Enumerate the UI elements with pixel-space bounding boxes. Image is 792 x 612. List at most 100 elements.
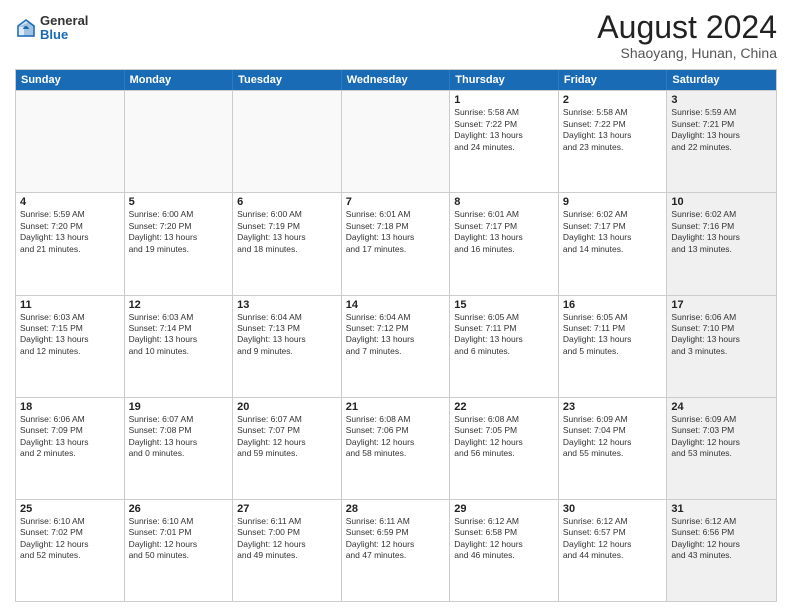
day-number-19: 19 — [129, 401, 229, 413]
logo: General Blue — [15, 14, 88, 43]
calendar-day-3: 3Sunrise: 5:59 AMSunset: 7:21 PMDaylight… — [667, 91, 776, 192]
calendar-day-10: 10Sunrise: 6:02 AMSunset: 7:16 PMDayligh… — [667, 193, 776, 294]
day-header-monday: Monday — [125, 70, 234, 90]
calendar-day-17: 17Sunrise: 6:06 AMSunset: 7:10 PMDayligh… — [667, 296, 776, 397]
day-details-20: Sunrise: 6:07 AMSunset: 7:07 PMDaylight:… — [237, 414, 337, 460]
calendar-week-1: 1 Sunrise: 5:58 AMSunset: 7:22 PMDaylight… — [16, 90, 776, 192]
day-details-26: Sunrise: 6:10 AMSunset: 7:01 PMDaylight:… — [129, 516, 229, 562]
day-details-12: Sunrise: 6:03 AMSunset: 7:14 PMDaylight:… — [129, 312, 229, 358]
day-header-friday: Friday — [559, 70, 668, 90]
calendar-week-3: 11Sunrise: 6:03 AMSunset: 7:15 PMDayligh… — [16, 295, 776, 397]
calendar-week-4: 18Sunrise: 6:06 AMSunset: 7:09 PMDayligh… — [16, 397, 776, 499]
calendar-day-20: 20Sunrise: 6:07 AMSunset: 7:07 PMDayligh… — [233, 398, 342, 499]
calendar-day-8: 8Sunrise: 6:01 AMSunset: 7:17 PMDaylight… — [450, 193, 559, 294]
day-details-25: Sunrise: 6:10 AMSunset: 7:02 PMDaylight:… — [20, 516, 120, 562]
day-details-22: Sunrise: 6:08 AMSunset: 7:05 PMDaylight:… — [454, 414, 554, 460]
calendar-empty-cell — [125, 91, 234, 192]
calendar-day-4: 4Sunrise: 5:59 AMSunset: 7:20 PMDaylight… — [16, 193, 125, 294]
calendar-day-18: 18Sunrise: 6:06 AMSunset: 7:09 PMDayligh… — [16, 398, 125, 499]
day-number-4: 4 — [20, 196, 120, 208]
calendar-empty-cell — [342, 91, 451, 192]
day-details-28: Sunrise: 6:11 AMSunset: 6:59 PMDaylight:… — [346, 516, 446, 562]
day-number-25: 25 — [20, 503, 120, 515]
day-details-10: Sunrise: 6:02 AMSunset: 7:16 PMDaylight:… — [671, 209, 772, 255]
calendar-day-9: 9Sunrise: 6:02 AMSunset: 7:17 PMDaylight… — [559, 193, 668, 294]
day-number-9: 9 — [563, 196, 663, 208]
day-details-9: Sunrise: 6:02 AMSunset: 7:17 PMDaylight:… — [563, 209, 663, 255]
month-year-title: August 2024 — [597, 10, 777, 45]
day-details-19: Sunrise: 6:07 AMSunset: 7:08 PMDaylight:… — [129, 414, 229, 460]
day-number-30: 30 — [563, 503, 663, 515]
calendar-day-14: 14Sunrise: 6:04 AMSunset: 7:12 PMDayligh… — [342, 296, 451, 397]
calendar-day-30: 30Sunrise: 6:12 AMSunset: 6:57 PMDayligh… — [559, 500, 668, 601]
day-number-7: 7 — [346, 196, 446, 208]
calendar-day-29: 29Sunrise: 6:12 AMSunset: 6:58 PMDayligh… — [450, 500, 559, 601]
calendar-day-22: 22Sunrise: 6:08 AMSunset: 7:05 PMDayligh… — [450, 398, 559, 499]
day-number-29: 29 — [454, 503, 554, 515]
calendar-day-7: 7Sunrise: 6:01 AMSunset: 7:18 PMDaylight… — [342, 193, 451, 294]
day-number-6: 6 — [237, 196, 337, 208]
day-details-16: Sunrise: 6:05 AMSunset: 7:11 PMDaylight:… — [563, 312, 663, 358]
calendar-empty-cell — [16, 91, 125, 192]
calendar-day-16: 16Sunrise: 6:05 AMSunset: 7:11 PMDayligh… — [559, 296, 668, 397]
day-details-4: Sunrise: 5:59 AMSunset: 7:20 PMDaylight:… — [20, 209, 120, 255]
calendar: SundayMondayTuesdayWednesdayThursdayFrid… — [15, 69, 777, 602]
day-details-14: Sunrise: 6:04 AMSunset: 7:12 PMDaylight:… — [346, 312, 446, 358]
day-header-thursday: Thursday — [450, 70, 559, 90]
day-header-saturday: Saturday — [667, 70, 776, 90]
day-number-28: 28 — [346, 503, 446, 515]
day-number-22: 22 — [454, 401, 554, 413]
calendar-day-6: 6Sunrise: 6:00 AMSunset: 7:19 PMDaylight… — [233, 193, 342, 294]
day-number-23: 23 — [563, 401, 663, 413]
calendar-day-19: 19Sunrise: 6:07 AMSunset: 7:08 PMDayligh… — [125, 398, 234, 499]
day-number-16: 16 — [563, 299, 663, 311]
calendar-day-26: 26Sunrise: 6:10 AMSunset: 7:01 PMDayligh… — [125, 500, 234, 601]
calendar-day-24: 24Sunrise: 6:09 AMSunset: 7:03 PMDayligh… — [667, 398, 776, 499]
calendar-header: SundayMondayTuesdayWednesdayThursdayFrid… — [16, 70, 776, 90]
page: General Blue August 2024 Shaoyang, Hunan… — [0, 0, 792, 612]
title-block: August 2024 Shaoyang, Hunan, China — [597, 10, 777, 61]
calendar-body: 1 Sunrise: 5:58 AMSunset: 7:22 PMDaylight… — [16, 90, 776, 601]
day-number-18: 18 — [20, 401, 120, 413]
calendar-day-13: 13Sunrise: 6:04 AMSunset: 7:13 PMDayligh… — [233, 296, 342, 397]
day-number-15: 15 — [454, 299, 554, 311]
calendar-empty-cell — [233, 91, 342, 192]
day-number-27: 27 — [237, 503, 337, 515]
day-details-23: Sunrise: 6:09 AMSunset: 7:04 PMDaylight:… — [563, 414, 663, 460]
calendar-day-23: 23Sunrise: 6:09 AMSunset: 7:04 PMDayligh… — [559, 398, 668, 499]
day-number-20: 20 — [237, 401, 337, 413]
calendar-day-27: 27Sunrise: 6:11 AMSunset: 7:00 PMDayligh… — [233, 500, 342, 601]
calendar-day-11: 11Sunrise: 6:03 AMSunset: 7:15 PMDayligh… — [16, 296, 125, 397]
day-details-24: Sunrise: 6:09 AMSunset: 7:03 PMDaylight:… — [671, 414, 772, 460]
calendar-day-5: 5Sunrise: 6:00 AMSunset: 7:20 PMDaylight… — [125, 193, 234, 294]
day-number-11: 11 — [20, 299, 120, 311]
day-number-14: 14 — [346, 299, 446, 311]
day-number-26: 26 — [129, 503, 229, 515]
day-details-8: Sunrise: 6:01 AMSunset: 7:17 PMDaylight:… — [454, 209, 554, 255]
day-number-10: 10 — [671, 196, 772, 208]
day-number-3: 3 — [671, 94, 772, 106]
day-details-3: Sunrise: 5:59 AMSunset: 7:21 PMDaylight:… — [671, 107, 772, 153]
day-number-2: 2 — [563, 94, 663, 106]
calendar-day-21: 21Sunrise: 6:08 AMSunset: 7:06 PMDayligh… — [342, 398, 451, 499]
day-number-1: 1 — [454, 94, 554, 106]
day-details-30: Sunrise: 6:12 AMSunset: 6:57 PMDaylight:… — [563, 516, 663, 562]
calendar-day-28: 28Sunrise: 6:11 AMSunset: 6:59 PMDayligh… — [342, 500, 451, 601]
day-number-8: 8 — [454, 196, 554, 208]
calendar-week-5: 25Sunrise: 6:10 AMSunset: 7:02 PMDayligh… — [16, 499, 776, 601]
logo-general-label: General — [40, 14, 88, 28]
day-number-12: 12 — [129, 299, 229, 311]
day-details-31: Sunrise: 6:12 AMSunset: 6:56 PMDaylight:… — [671, 516, 772, 562]
day-details-11: Sunrise: 6:03 AMSunset: 7:15 PMDaylight:… — [20, 312, 120, 358]
day-details-17: Sunrise: 6:06 AMSunset: 7:10 PMDaylight:… — [671, 312, 772, 358]
logo-text: General Blue — [40, 14, 88, 43]
calendar-day-15: 15Sunrise: 6:05 AMSunset: 7:11 PMDayligh… — [450, 296, 559, 397]
calendar-day-25: 25Sunrise: 6:10 AMSunset: 7:02 PMDayligh… — [16, 500, 125, 601]
day-number-31: 31 — [671, 503, 772, 515]
day-details-21: Sunrise: 6:08 AMSunset: 7:06 PMDaylight:… — [346, 414, 446, 460]
day-number-24: 24 — [671, 401, 772, 413]
day-details-2: Sunrise: 5:58 AMSunset: 7:22 PMDaylight:… — [563, 107, 663, 153]
day-details-27: Sunrise: 6:11 AMSunset: 7:00 PMDaylight:… — [237, 516, 337, 562]
day-details-5: Sunrise: 6:00 AMSunset: 7:20 PMDaylight:… — [129, 209, 229, 255]
calendar-day-12: 12Sunrise: 6:03 AMSunset: 7:14 PMDayligh… — [125, 296, 234, 397]
